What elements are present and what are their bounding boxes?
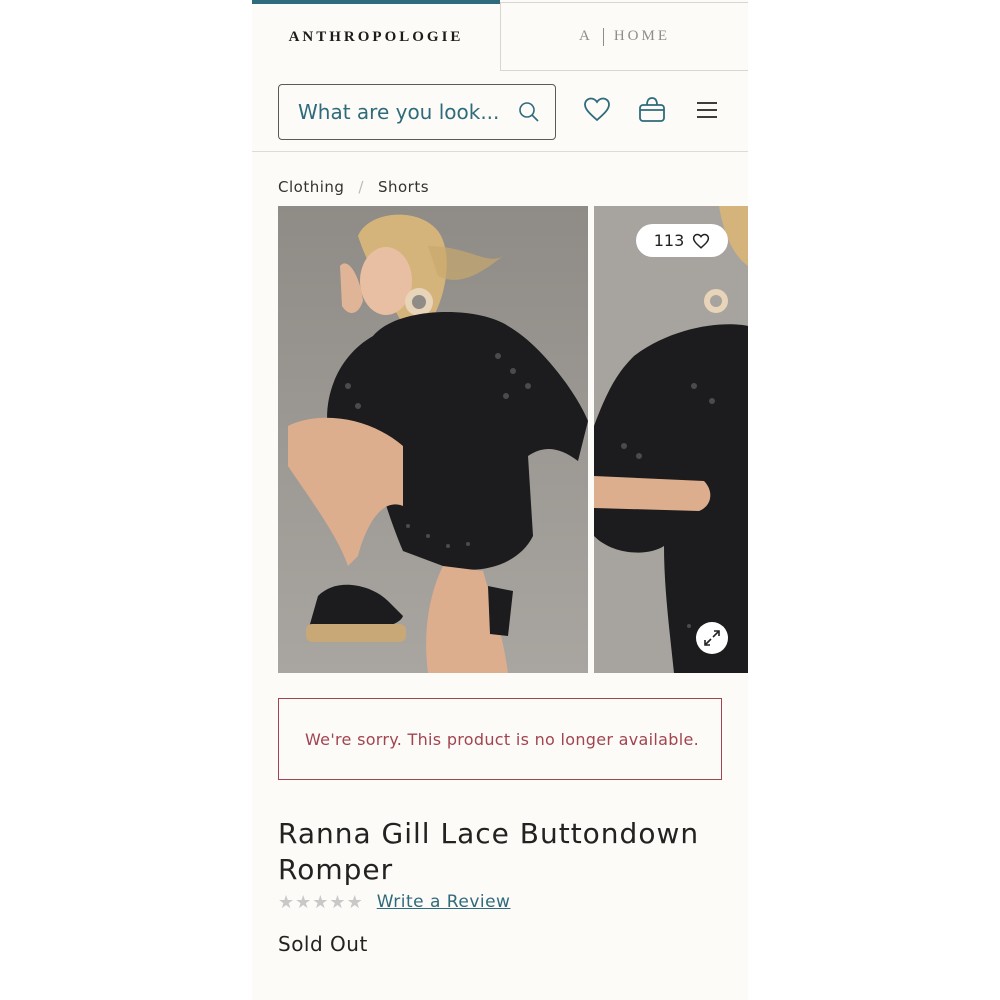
model-photo (278, 206, 588, 673)
star-rating: ★ ★ ★ ★ ★ (278, 892, 363, 912)
tab-home-label: HOME (613, 28, 670, 44)
wishlist-count-badge[interactable]: 113 (636, 224, 728, 257)
unavailable-notice-text: We're sorry. This product is no longer a… (305, 729, 699, 749)
tab-anthropologie[interactable]: ANTHROPOLOGIE (252, 0, 500, 71)
star-icon: ★ (295, 892, 312, 912)
star-icon: ★ (329, 892, 346, 912)
product-image-secondary[interactable] (594, 206, 748, 673)
mobile-page: ANTHROPOLOGIE A HOME Clothing / Shorts (252, 0, 748, 1000)
tab-home-divider (602, 27, 604, 46)
star-icon: ★ (312, 892, 329, 912)
search-box[interactable] (278, 84, 556, 140)
breadcrumb: Clothing / Shorts (278, 178, 429, 196)
shopping-bag-icon[interactable] (638, 96, 666, 124)
star-icon: ★ (346, 892, 363, 912)
product-image-main[interactable] (278, 206, 588, 673)
availability-status: Sold Out (278, 932, 368, 956)
wishlist-heart-icon[interactable] (583, 96, 611, 124)
tab-anthropologie-label: ANTHROPOLOGIE (288, 29, 464, 45)
rating-row: ★ ★ ★ ★ ★ Write a Review (278, 892, 510, 912)
model-photo-closeup (594, 206, 748, 673)
breadcrumb-shorts[interactable]: Shorts (378, 178, 429, 196)
search-icon[interactable] (517, 100, 541, 124)
menu-hamburger-icon[interactable] (693, 96, 721, 124)
expand-icon (704, 630, 720, 646)
tab-a-home[interactable]: A HOME (500, 2, 748, 71)
brand-tabs: ANTHROPOLOGIE A HOME (252, 0, 748, 71)
search-input[interactable] (298, 100, 498, 124)
tab-home-prefix: A (578, 28, 593, 44)
unavailable-notice: We're sorry. This product is no longer a… (278, 698, 722, 780)
star-icon: ★ (278, 892, 295, 912)
breadcrumb-separator: / (358, 178, 364, 196)
header-divider (252, 151, 748, 152)
wishlist-count: 113 (653, 231, 685, 250)
breadcrumb-clothing[interactable]: Clothing (278, 178, 344, 196)
product-title: Ranna Gill Lace Buttondown Romper (278, 817, 700, 886)
expand-image-button[interactable] (696, 622, 728, 654)
heart-icon (693, 233, 710, 249)
write-review-link[interactable]: Write a Review (377, 892, 511, 912)
